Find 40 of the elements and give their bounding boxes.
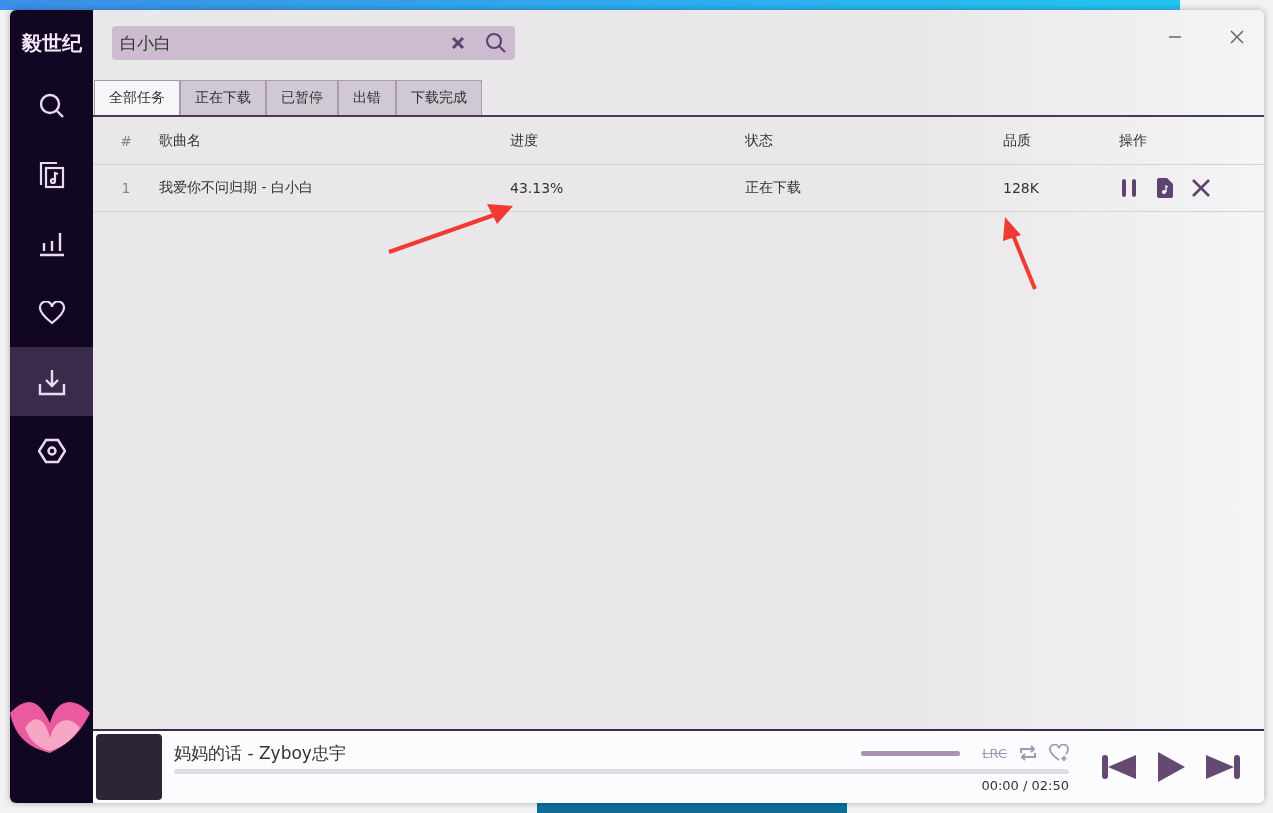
bar-chart-icon [37,230,66,257]
play-icon[interactable] [1156,750,1186,784]
close-icon[interactable] [1230,30,1244,44]
settings-icon [37,437,66,464]
table-cell-text: 1 [120,180,132,196]
pause-icon[interactable] [1119,178,1139,198]
search-field[interactable]: 白小白 [112,26,515,60]
heart-add-icon[interactable] [1049,744,1069,762]
table-cell-text: 正在下载 [745,179,802,197]
tab[interactable]: 已暂停 [266,80,338,115]
column-header: 进度 [510,131,539,150]
sidebar-item[interactable] [10,347,93,416]
music-file-icon[interactable] [1157,178,1173,198]
app-logo: 毅世纪 [20,30,83,57]
tab[interactable]: 正在下载 [180,80,266,115]
column-header: 歌曲名 [159,131,202,150]
playback-time: 00:00 / 02:50 [981,777,1069,793]
repeat-icon[interactable] [1019,745,1038,761]
previous-track-icon[interactable] [1102,753,1138,781]
search-icon [37,91,66,120]
delete-icon[interactable] [1191,178,1211,198]
column-header: 操作 [1119,131,1147,150]
heart-icon [37,300,66,325]
column-header: 状态 [745,131,774,150]
column-header: # [119,132,133,149]
tab[interactable]: 全部任务 [94,80,180,115]
search-icon[interactable] [485,32,507,54]
table-cell-text: 43.13% [510,180,565,196]
tab[interactable]: 下载完成 [396,80,482,115]
clear-icon[interactable] [451,36,465,50]
next-track-icon[interactable] [1204,753,1240,781]
song-title: 妈妈的话 - Zyboy忠宇 [174,741,347,765]
table-cell-text: 128K [1003,180,1040,196]
download-icon [37,367,66,396]
tab[interactable]: 出错 [338,80,396,115]
volume-slider[interactable] [860,750,961,756]
music-note-icon [37,159,66,190]
table-cell-text: 我爱你不问归期 - 白小白 [159,179,314,197]
column-header: 品质 [1003,131,1032,150]
album-cover-placeholder [96,734,162,800]
